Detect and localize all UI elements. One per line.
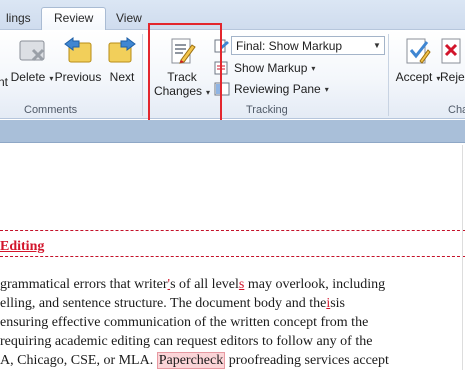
next-comment-icon [107, 36, 137, 66]
ribbon-tab-strip: lings Review View [0, 0, 465, 31]
delete-label: Delete [10, 70, 46, 84]
ruler-band [0, 120, 465, 143]
show-markup-button[interactable]: Show Markup ▾ [214, 58, 315, 78]
document-line: requiring academic editing can request e… [0, 334, 373, 349]
document-line: elling, and sentence structure. The docu… [0, 296, 345, 311]
next-comment-button[interactable]: Next [96, 36, 148, 98]
accept-button[interactable]: Accept ▾ [392, 36, 444, 98]
display-for-review-select[interactable]: Final: Show Markup ▼ [231, 36, 385, 55]
tracked-change-balloon-line [0, 230, 465, 231]
delete-comment-icon [17, 36, 47, 66]
delete-comment-button[interactable]: Delete ▾ [6, 36, 58, 98]
reject-label: Rejec [440, 70, 465, 84]
tracking-group-label: Tracking [246, 104, 288, 116]
show-markup-label: Show Markup [234, 61, 308, 75]
group-separator [388, 34, 389, 116]
reject-icon [440, 36, 465, 66]
tab-mailings[interactable]: lings [0, 8, 43, 30]
comments-group-label: Comments [24, 104, 78, 116]
track-changes-highlight-box [148, 23, 222, 129]
chevron-down-icon: ▼ [373, 41, 381, 50]
next-label: Next [109, 70, 135, 84]
comment-marker[interactable]: Papercheck [156, 352, 226, 369]
reviewing-pane-label: Reviewing Pane [234, 82, 321, 96]
ribbon: nt Delete ▾ Previous Next Comments Track… [0, 30, 465, 119]
document-line: A, Chicago, CSE, or MLA. Papercheck proo… [0, 352, 389, 369]
accept-label: Accept [395, 70, 433, 84]
tracked-change-balloon-line [0, 256, 465, 257]
accept-icon [403, 36, 433, 66]
document-line: ensuring effective communication of the … [0, 315, 369, 330]
reject-button[interactable]: Rejec [440, 36, 465, 98]
document-line: grammatical errors that writer's of all … [0, 277, 386, 292]
reviewing-pane-button[interactable]: Reviewing Pane ▾ [214, 79, 329, 99]
tab-review[interactable]: Review [41, 7, 107, 31]
document-area[interactable]: Editing grammatical errors that writer's… [0, 144, 465, 370]
previous-label: Previous [54, 70, 102, 84]
document-heading: Editing [0, 239, 45, 254]
previous-comment-icon [63, 36, 93, 66]
changes-group-label: Cha [448, 104, 465, 116]
tab-view[interactable]: View [104, 8, 154, 30]
group-separator [142, 34, 143, 116]
